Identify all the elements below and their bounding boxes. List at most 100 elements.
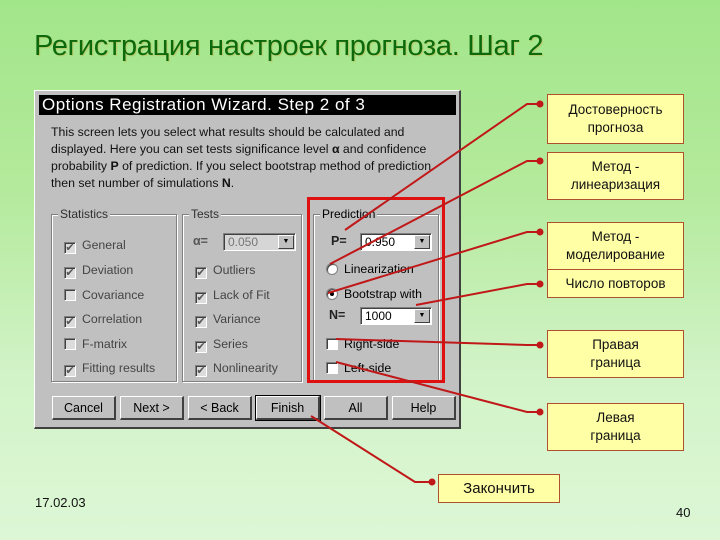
checkbox-checked-icon: ✔ (64, 267, 76, 279)
slide-title: Регистрация настроек прогноза. Шаг 2 (34, 30, 544, 62)
dialog-description: This screen lets you select what results… (51, 124, 451, 192)
callout-modeling: Метод - моделирование (547, 222, 684, 270)
dropdown-arrow-icon[interactable]: ▼ (414, 309, 430, 323)
checkbox-unchecked-icon (326, 338, 338, 350)
desc-p: P (110, 159, 119, 173)
callout-linearization: Метод - линеаризация (547, 152, 684, 200)
connector-dot (536, 341, 544, 349)
slide-date: 17.02.03 (35, 495, 86, 510)
n-combobox[interactable]: 1000 ▼ (360, 307, 432, 325)
checkbox-unchecked-icon (64, 338, 76, 350)
all-button[interactable]: All (324, 396, 388, 420)
callout-text: граница (590, 428, 641, 443)
test-outliers-checkbox[interactable]: ✔ Outliers (195, 262, 256, 279)
stat-fmatrix-checkbox[interactable]: F-matrix (64, 336, 127, 352)
checkbox-label: Right-side (344, 337, 400, 351)
cancel-button[interactable]: Cancel (52, 396, 116, 420)
tests-group-label: Tests (189, 207, 222, 221)
stat-covariance-checkbox[interactable]: Covariance (64, 287, 144, 303)
connector-dot (536, 408, 544, 416)
desc-alpha: α (331, 142, 340, 156)
n-label: N= (329, 308, 346, 322)
back-button[interactable]: < Back (188, 396, 252, 420)
dialog-title-bar: Options Registration Wizard. Step 2 of 3 (39, 95, 456, 115)
stat-general-checkbox[interactable]: ✔ General (64, 237, 126, 254)
checkbox-checked-icon: ✔ (195, 267, 207, 279)
connector-dot (536, 280, 544, 288)
connector-dot (536, 228, 544, 236)
checkbox-label: Fitting results (82, 361, 156, 375)
connector-dot (536, 157, 544, 165)
test-lack-of-fit-checkbox[interactable]: ✔ Lack of Fit (195, 287, 270, 304)
stat-fitting-results-checkbox[interactable]: ✔ Fitting results (64, 360, 156, 377)
checkbox-label: Variance (213, 312, 261, 326)
checkbox-label: Nonlinearity (213, 361, 278, 375)
p-combobox[interactable]: 0.950 ▼ (360, 233, 432, 251)
checkbox-label: Deviation (82, 263, 134, 277)
callout-left-bound: Левая граница (547, 403, 684, 451)
left-side-checkbox[interactable]: Left-side (326, 360, 391, 376)
desc-n: N (221, 176, 231, 190)
checkbox-label: Covariance (82, 288, 145, 302)
checkbox-checked-icon: ✔ (195, 292, 207, 304)
callout-text: Метод - (591, 229, 640, 244)
connector-dot (428, 478, 436, 486)
n-value: 1000 (365, 309, 392, 323)
checkbox-unchecked-icon (326, 362, 338, 374)
checkbox-checked-icon: ✔ (195, 365, 207, 377)
p-label: P= (331, 234, 347, 248)
options-wizard-dialog: Options Registration Wizard. Step 2 of 3… (34, 90, 461, 429)
test-series-checkbox[interactable]: ✔ Series (195, 336, 248, 353)
callout-text: Число повторов (565, 275, 666, 291)
radio-label: Bootstrap with (344, 287, 422, 301)
linearization-radio[interactable]: Linearization (326, 261, 414, 277)
alpha-label: α= (193, 234, 208, 248)
callout-text: прогноза (587, 120, 644, 135)
checkbox-checked-icon: ✔ (195, 316, 207, 328)
radio-selected-icon (326, 288, 338, 300)
help-button[interactable]: Help (392, 396, 456, 420)
callout-text: граница (590, 355, 641, 370)
callout-finish: Закончить (438, 474, 560, 503)
tests-group: Tests α= 0.050 ▼ ✔ Outliers ✔ Lack of Fit … (182, 207, 302, 382)
checkbox-label: General (82, 238, 126, 252)
checkbox-checked-icon: ✔ (195, 341, 207, 353)
prediction-group: Prediction P= 0.950 ▼ Linearization Boot… (313, 207, 439, 382)
checkbox-label: Left-side (344, 361, 392, 375)
callout-text: линеаризация (570, 177, 661, 192)
dropdown-arrow-icon[interactable]: ▼ (414, 235, 430, 249)
checkbox-checked-icon: ✔ (64, 365, 76, 377)
callout-text: Метод - (591, 159, 640, 174)
checkbox-label: Lack of Fit (213, 288, 270, 302)
checkbox-label: Series (213, 337, 248, 351)
test-nonlinearity-checkbox[interactable]: ✔ Nonlinearity (195, 360, 278, 377)
callout-text: Правая (592, 337, 639, 352)
bootstrap-radio[interactable]: Bootstrap with (326, 286, 422, 302)
slide-page-number: 40 (676, 505, 691, 520)
dropdown-arrow-icon[interactable]: ▼ (278, 235, 294, 249)
callout-reliability: Достоверность прогноза (547, 94, 684, 144)
radio-label: Linearization (344, 262, 414, 276)
finish-button[interactable]: Finish (255, 395, 321, 421)
stat-correlation-checkbox[interactable]: ✔ Correlation (64, 311, 143, 328)
callout-text: Достоверность (568, 102, 663, 117)
stat-deviation-checkbox[interactable]: ✔ Deviation (64, 262, 134, 279)
checkbox-label: Outliers (213, 263, 256, 277)
connector-dot (536, 100, 544, 108)
next-button[interactable]: Next > (120, 396, 184, 420)
callout-right-bound: Правая граница (547, 330, 684, 378)
p-value: 0.950 (365, 235, 396, 249)
callout-text: Левая (596, 410, 635, 425)
callout-text: Закончить (463, 479, 535, 497)
callout-text: моделирование (566, 247, 665, 262)
desc-text: . (230, 176, 235, 190)
test-variance-checkbox[interactable]: ✔ Variance (195, 311, 261, 328)
checkbox-label: Correlation (82, 312, 143, 326)
radio-unselected-icon (326, 263, 338, 275)
statistics-group: Statistics ✔ General ✔ Deviation Covarianc… (51, 207, 177, 382)
checkbox-checked-icon: ✔ (64, 316, 76, 328)
right-side-checkbox[interactable]: Right-side (326, 336, 399, 352)
checkbox-checked-icon: ✔ (64, 242, 76, 254)
checkbox-unchecked-icon (64, 289, 76, 301)
alpha-combobox[interactable]: 0.050 ▼ (223, 233, 296, 251)
